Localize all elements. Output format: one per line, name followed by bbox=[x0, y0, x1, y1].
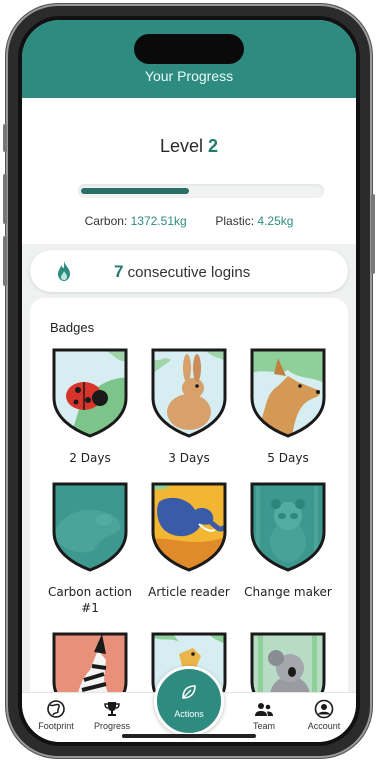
impact-stats: Carbon: 1372.51kg Plastic: 4.25kg bbox=[22, 214, 356, 228]
rabbit-badge-icon bbox=[151, 348, 227, 438]
dynamic-island bbox=[134, 34, 244, 64]
login-label: consecutive logins bbox=[127, 264, 251, 281]
nav-label: Progress bbox=[93, 721, 130, 731]
ladybug-badge-icon bbox=[52, 348, 128, 438]
carbon-value: 1372.51kg bbox=[130, 214, 187, 228]
nav-label: Footprint bbox=[38, 721, 74, 731]
badge-change-maker[interactable]: Change maker bbox=[240, 480, 336, 600]
nav-progress[interactable]: Progress bbox=[82, 699, 142, 731]
level-card: Level 2 Carbon: 1372.51kg Plastic: 4.25k… bbox=[22, 98, 356, 244]
panda-badge-icon bbox=[250, 482, 326, 572]
level-label: Level bbox=[159, 136, 203, 156]
login-count: 7 bbox=[114, 262, 124, 281]
badge-label: 3 Days bbox=[168, 451, 210, 465]
badges-card: Badges 2 Days 3 Days 5 Days Carbon actio… bbox=[30, 298, 348, 722]
level-progress-bar bbox=[78, 184, 324, 198]
login-streak: 7 consecutive logins bbox=[30, 250, 348, 292]
actions-button[interactable]: Actions bbox=[154, 666, 224, 736]
actions-label: Actions bbox=[174, 709, 204, 719]
nav-team[interactable]: Team bbox=[234, 699, 294, 731]
phone-bezel: Your Progress Level 2 Carbon: 1372.51kg … bbox=[18, 16, 360, 746]
nav-account[interactable]: Account bbox=[294, 699, 354, 731]
badge-label: Carbon action #1 bbox=[48, 585, 132, 615]
level-progress-fill bbox=[81, 188, 189, 194]
badge-label: Article reader bbox=[148, 585, 230, 599]
side-button bbox=[3, 174, 7, 224]
fox-badge-icon bbox=[250, 348, 326, 438]
plastic-label: Plastic: bbox=[215, 214, 255, 228]
app-screen: Your Progress Level 2 Carbon: 1372.51kg … bbox=[22, 20, 356, 742]
elephant-badge-icon bbox=[151, 482, 227, 572]
app-header: Your Progress bbox=[22, 20, 356, 98]
page-title: Your Progress bbox=[144, 68, 234, 84]
leaf-icon bbox=[182, 685, 196, 699]
badge-3-days[interactable]: 3 Days bbox=[141, 346, 237, 466]
badge-article-reader[interactable]: Article reader bbox=[141, 480, 237, 600]
badge-label: 2 Days bbox=[69, 451, 111, 465]
carbon-label: Carbon: bbox=[84, 214, 128, 228]
login-streak-text: 7 consecutive logins bbox=[114, 262, 250, 282]
nav-footprint[interactable]: Footprint bbox=[26, 699, 86, 731]
nav-label: Account bbox=[307, 721, 341, 731]
badge-5-days[interactable]: 5 Days bbox=[240, 346, 336, 466]
home-indicator bbox=[122, 734, 256, 738]
globe-icon bbox=[47, 700, 65, 718]
badges-title: Badges bbox=[50, 320, 95, 335]
level-number: 2 bbox=[208, 136, 219, 156]
trophy-icon bbox=[104, 702, 120, 716]
account-icon bbox=[314, 699, 334, 719]
level-heading: Level 2 bbox=[22, 136, 356, 157]
badge-2-days[interactable]: 2 Days bbox=[42, 346, 138, 466]
badge-label: Change maker bbox=[244, 585, 332, 599]
phone-frame: Your Progress Level 2 Carbon: 1372.51kg … bbox=[3, 4, 375, 758]
side-button bbox=[3, 124, 7, 152]
side-button bbox=[371, 194, 375, 274]
bear-badge-icon bbox=[52, 482, 128, 572]
nav-label: Team bbox=[252, 721, 275, 731]
team-icon bbox=[255, 703, 273, 716]
flame-icon bbox=[58, 261, 70, 281]
plastic-value: 4.25kg bbox=[257, 214, 294, 228]
side-button bbox=[3, 236, 7, 286]
badge-carbon-action-1[interactable]: Carbon action #1 bbox=[42, 480, 138, 616]
badge-label: 5 Days bbox=[267, 451, 309, 465]
